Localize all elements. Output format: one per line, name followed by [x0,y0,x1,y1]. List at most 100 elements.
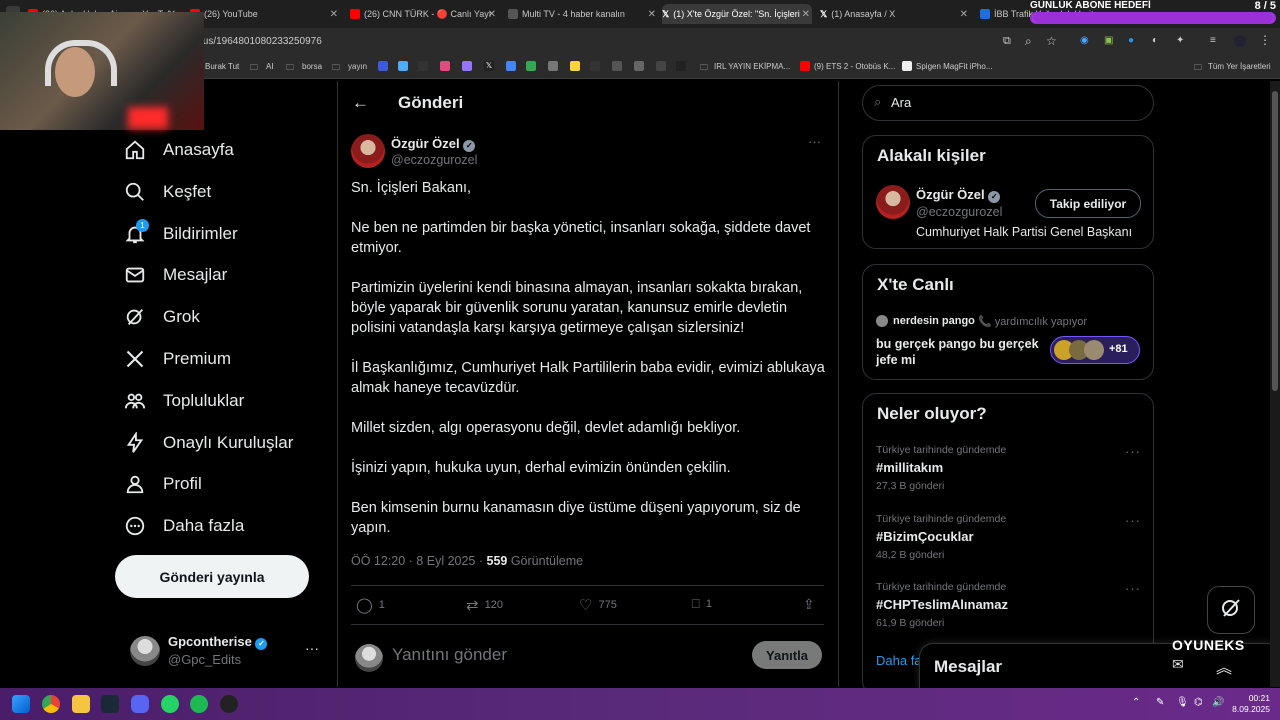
extension-icon[interactable]: ◐ [1152,35,1158,46]
chevron-up-icon[interactable]: ︽ [1216,654,1232,678]
trend-item[interactable]: Türkiye tarihinde gündemde #CHPTeslimAlı… [876,581,1008,629]
bookmark-icon[interactable] [418,61,428,71]
sidebar-item-grok[interactable]: Grok [124,302,200,332]
obs-icon[interactable] [220,695,238,713]
bookmark-folder[interactable]: borsa [302,62,322,71]
bookmark-icon[interactable] [634,61,644,71]
x-logo-icon[interactable]: 𝕏 [484,61,494,71]
bookmark-icon[interactable] [676,61,686,71]
chrome-icon[interactable] [42,695,60,713]
share-action[interactable]: ⇪ [803,596,815,613]
bookmark-folder[interactable]: AI [266,62,274,71]
account-switcher[interactable]: Gpcontherise ✓ @Gpc_Edits ··· [130,630,330,670]
more-dots-icon[interactable]: ··· [808,134,821,149]
file-explorer-icon[interactable] [72,695,90,713]
more-dots-icon[interactable]: ··· [1125,444,1141,459]
close-icon[interactable]: ✕ [960,9,968,20]
scrollbar[interactable] [1270,81,1280,687]
trend-item[interactable]: Türkiye tarihinde gündemde #millitakım 2… [876,444,1006,492]
bookmark-icon[interactable] [656,61,666,71]
tab-x-ozgur-ozel[interactable]: 𝕏 (1) X'te Özgür Özel: "Sn. İçişleri ✕ [662,4,812,24]
author-handle[interactable]: @eczozgurozel [391,153,477,167]
live-card[interactable]: X'te Canlı nerdesin pango 📞 yardımcılık … [862,264,1154,380]
sidebar-item-verified-orgs[interactable]: Onaylı Kuruluşlar [124,428,293,458]
tab-multitv[interactable]: Multi TV - 4 haber kanalın ✕ [508,4,658,24]
like-action[interactable]: ♡ 775 [579,596,617,614]
spotify-icon[interactable] [190,695,208,713]
new-message-icon[interactable]: ✉ [1172,656,1184,673]
bookmark-icon[interactable] [548,61,558,71]
extension-icon[interactable]: ▣ [1104,35,1113,46]
volume-icon[interactable]: 🔊 [1212,697,1224,708]
relevant-handle[interactable]: @eczozgurozel [916,205,1002,219]
bookmark-icon[interactable] [526,61,536,71]
bookmark-icon[interactable] [612,61,622,71]
network-icon[interactable]: ⌬ [1194,697,1203,708]
tab-youtube[interactable]: (26) YouTube ✕ [190,4,340,24]
zoom-icon[interactable]: ⌕ [1025,34,1032,49]
search-box[interactable]: ⌕ Ara [862,85,1154,121]
following-button[interactable]: Takip ediliyor [1035,189,1141,218]
bookmark-icon[interactable] [398,61,408,71]
show-more-link[interactable]: Daha fa [876,653,922,668]
close-icon[interactable]: ✕ [802,9,810,20]
star-icon[interactable]: ☆ [1046,34,1057,48]
scrollbar-thumb[interactable] [1272,91,1278,391]
tab-cnnturk[interactable]: (26) CNN TÜRK - 🔴 Canlı Yayı ✕ [350,4,498,24]
bookmark-item[interactable]: Spigen MagFit iPho... [916,62,992,71]
cast-icon[interactable]: ⧉ [1003,35,1011,48]
sidebar-item-messages[interactable]: Mesajlar [124,260,227,290]
sidebar-item-explore[interactable]: Keşfet [124,177,211,207]
relevant-name[interactable]: Özgür Özel [916,187,985,202]
bookmark-icon[interactable] [462,61,472,71]
sidebar-item-communities[interactable]: Topluluklar [124,386,244,416]
menu-kebab-icon[interactable]: ⋮ [1259,33,1271,47]
bookmark-folder[interactable]: yayın [348,62,367,71]
windows-start-icon[interactable] [12,695,30,713]
bookmark-icon[interactable] [378,61,388,71]
whatsapp-icon[interactable] [161,695,179,713]
reading-list-icon[interactable]: ≡ [1210,35,1216,46]
search-input[interactable]: Ara [891,95,911,110]
close-icon[interactable]: ✕ [488,9,496,20]
reply-action[interactable]: ◯ 1 [356,596,385,614]
tweet-timestamp[interactable]: ÖÖ 12:20 · 8 Eyl 2025 · [351,554,487,568]
profile-icon[interactable] [1234,35,1246,47]
discord-icon[interactable] [131,695,149,713]
author-avatar[interactable] [876,185,910,219]
all-bookmarks[interactable]: Tüm Yer İşaretleri [1208,62,1271,71]
steam-icon[interactable] [101,695,119,713]
extension-icon[interactable]: ● [1128,35,1134,46]
bookmark-icon[interactable] [440,61,450,71]
back-arrow-icon[interactable]: ← [352,93,369,113]
extension-icon[interactable]: ◉ [1080,35,1089,46]
bookmark-item[interactable]: Burak Tut [205,62,239,71]
reply-button[interactable]: Yanıtla [752,641,822,669]
close-icon[interactable]: ✕ [330,9,338,20]
post-button[interactable]: Gönderi yayınla [115,555,309,598]
repost-action[interactable]: ⇄ 120 [466,596,503,614]
bookmark-icon[interactable] [590,61,600,71]
more-dots-icon[interactable]: ··· [305,640,319,656]
bookmark-item[interactable]: (9) ETS 2 - Otobüs K... [814,62,895,71]
bookmark-folder[interactable]: IRL YAYIN EKİPMA... [714,62,790,71]
sidebar-item-profile[interactable]: Profil [124,469,202,499]
grok-floating-button[interactable] [1207,586,1255,634]
url-field[interactable]: tus/1964801080233250976 [200,36,322,47]
mic-icon[interactable]: 🎙 [1176,697,1189,708]
taskbar-clock[interactable]: 00:21 8.09.2025 [1232,693,1270,715]
trend-item[interactable]: Türkiye tarihinde gündemde #BizimÇocukla… [876,513,1006,561]
extensions-icon[interactable]: ✦ [1176,35,1184,46]
bookmark-icon[interactable] [570,61,580,71]
chevron-up-icon[interactable]: ⌃ [1132,697,1140,708]
author-avatar[interactable] [351,134,385,168]
tab-x-home[interactable]: 𝕏 (1) Anasayfa / X ✕ [820,4,970,24]
live-listeners-pill[interactable]: +81 [1050,336,1140,364]
close-icon[interactable]: ✕ [648,9,656,20]
sidebar-item-notifications[interactable]: 1 Bildirimler [124,219,238,249]
sidebar-item-home[interactable]: Anasayfa [124,135,234,165]
more-dots-icon[interactable]: ··· [1125,581,1141,596]
reply-input[interactable]: Yanıtını gönder [392,645,507,665]
sidebar-item-premium[interactable]: Premium [124,344,231,374]
author-name[interactable]: Özgür Özel [391,136,460,151]
